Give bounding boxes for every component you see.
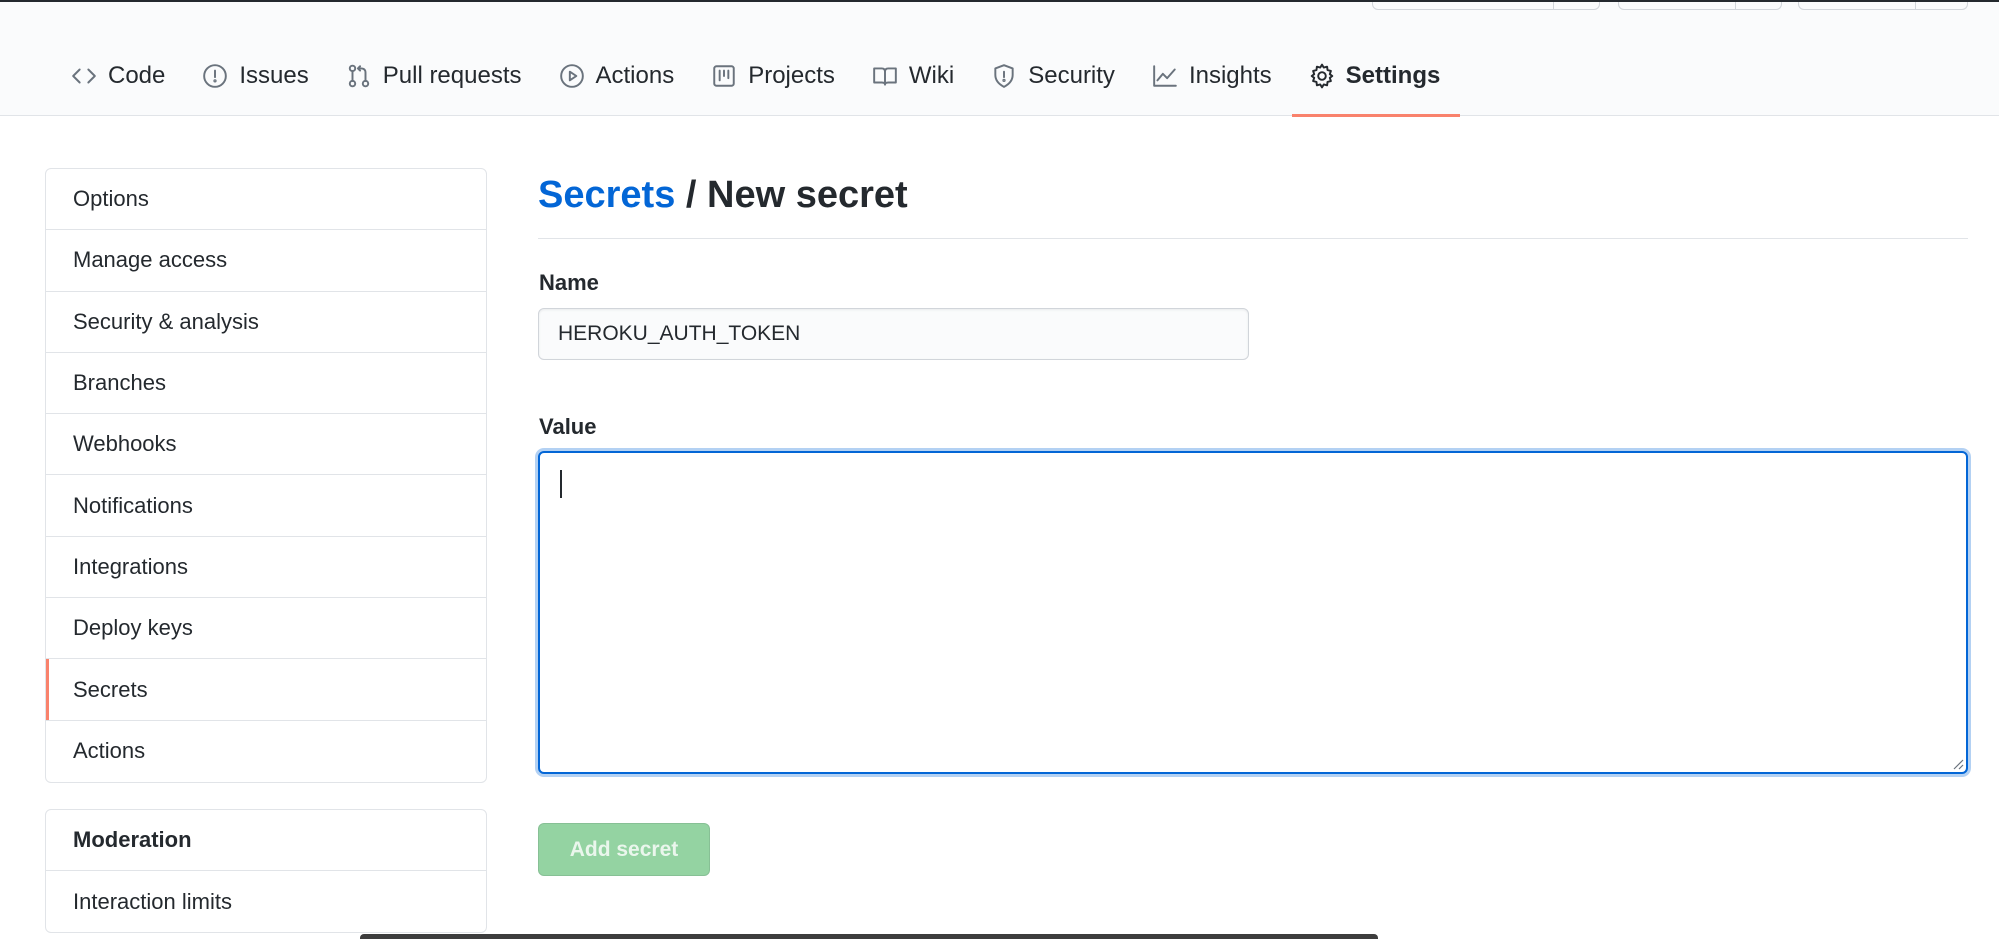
fork-button-group[interactable] [1798, 2, 1968, 10]
repo-tabs: Code Issues Pull requests Actions Projec… [54, 50, 1461, 117]
secret-value-textarea[interactable] [538, 451, 1968, 774]
gear-icon [1308, 62, 1336, 90]
tab-label: Actions [595, 62, 675, 89]
tab-wiki[interactable]: Wiki [855, 50, 974, 116]
watch-button-group[interactable] [1372, 2, 1600, 10]
page-title: Secrets / New secret [538, 174, 908, 217]
settings-sidebar: Options Manage access Security & analysi… [45, 168, 487, 783]
page-title-text: New secret [707, 174, 908, 216]
tab-issues[interactable]: Issues [185, 50, 328, 116]
git-pull-request-icon [345, 62, 373, 90]
moderation-heading: Moderation [46, 810, 486, 871]
breadcrumb-separator: / [685, 174, 697, 216]
moderation-sidebar: Moderation Interaction limits [45, 809, 487, 934]
sidebar-item-deploy-keys[interactable]: Deploy keys [46, 598, 486, 660]
issue-opened-icon [201, 62, 229, 90]
tab-label: Security [1028, 62, 1115, 89]
resize-grip-icon[interactable] [1950, 756, 1964, 770]
tab-pull-requests[interactable]: Pull requests [329, 50, 542, 116]
tab-label: Projects [748, 62, 835, 89]
name-label: Name [539, 270, 599, 295]
shield-icon [990, 62, 1018, 90]
sidebar-item-actions[interactable]: Actions [46, 721, 486, 782]
graph-icon [1151, 62, 1179, 90]
secrets-breadcrumb-link[interactable]: Secrets [538, 174, 675, 216]
sidebar-item-options[interactable]: Options [46, 169, 486, 231]
secret-name-input[interactable] [538, 308, 1249, 360]
tab-actions[interactable]: Actions [542, 50, 695, 116]
value-label: Value [539, 414, 597, 439]
sidebar-item-branches[interactable]: Branches [46, 353, 486, 415]
sidebar-item-interaction-limits[interactable]: Interaction limits [46, 871, 486, 932]
tab-projects[interactable]: Projects [694, 50, 855, 116]
sidebar-item-secrets[interactable]: Secrets [46, 659, 486, 721]
tab-insights[interactable]: Insights [1135, 50, 1292, 116]
sidebar-item-webhooks[interactable]: Webhooks [46, 414, 486, 476]
tab-label: Issues [239, 62, 309, 89]
sidebar-item-integrations[interactable]: Integrations [46, 537, 486, 599]
project-icon [710, 62, 738, 90]
add-secret-button[interactable]: Add secret [538, 823, 710, 876]
tab-label: Wiki [908, 62, 955, 89]
tab-security[interactable]: Security [974, 50, 1135, 116]
overlay-edge [360, 934, 1378, 939]
tab-label: Code [108, 62, 166, 89]
tab-label: Pull requests [382, 62, 522, 89]
sidebar-item-manage-access[interactable]: Manage access [46, 230, 486, 292]
play-icon [558, 62, 586, 90]
title-divider [538, 238, 1968, 239]
book-icon [871, 62, 899, 90]
star-button-group[interactable] [1618, 2, 1782, 10]
tab-label: Settings [1345, 62, 1441, 89]
sidebar-item-notifications[interactable]: Notifications [46, 475, 486, 537]
code-icon [70, 62, 98, 90]
tab-code[interactable]: Code [54, 50, 185, 116]
tab-label: Insights [1188, 62, 1272, 89]
text-caret [560, 470, 562, 498]
sidebar-item-security-analysis[interactable]: Security & analysis [46, 292, 486, 353]
tab-settings[interactable]: Settings [1291, 50, 1461, 117]
